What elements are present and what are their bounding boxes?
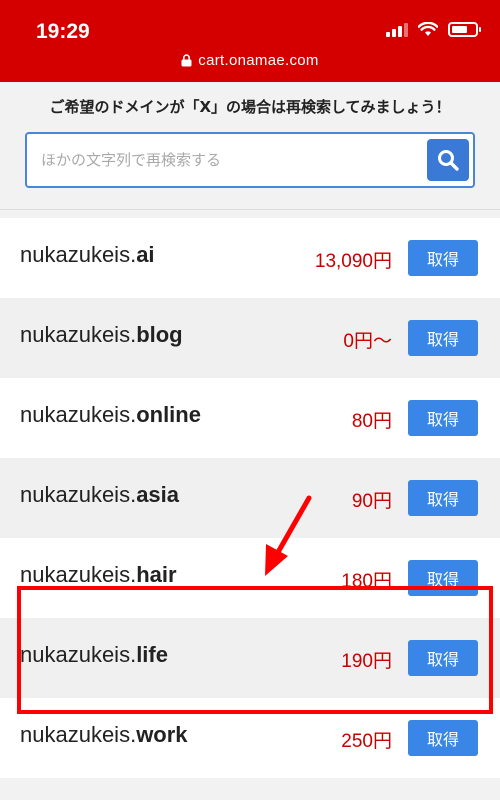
battery-icon xyxy=(448,22,481,37)
acquire-button[interactable]: 取得 xyxy=(408,400,478,436)
research-hint: ご希望のドメインが「X」の場合は再検索してみましょう！ xyxy=(49,98,451,116)
url-text: cart.onamae.com xyxy=(198,52,319,69)
domain-tld: blog xyxy=(136,322,183,347)
domain-tld: asia xyxy=(136,482,180,507)
highlight-annotation-box xyxy=(17,586,493,714)
search-icon xyxy=(438,150,459,171)
domain-name: nukazukeis.blog xyxy=(20,322,183,347)
domain-row: nukazukeis.blog 0円〜 取得 xyxy=(0,298,500,378)
status-time: 19:29 xyxy=(36,20,90,43)
domain-tld: ai xyxy=(136,242,155,267)
domain-row: nukazukeis.asia 90円 取得 xyxy=(0,458,500,538)
domain-price: 250円 xyxy=(341,731,392,752)
domain-name: nukazukeis.asia xyxy=(20,482,180,507)
browser-header: 19:29 cart.onamae.com xyxy=(0,0,500,82)
domain-name: nukazukeis.ai xyxy=(20,242,155,267)
acquire-button[interactable]: 取得 xyxy=(408,480,478,516)
domain-tld: hair xyxy=(136,562,177,587)
domain-price: 90円 xyxy=(351,491,392,512)
url-bar[interactable]: cart.onamae.com xyxy=(0,52,500,69)
domain-price: 13,090円 xyxy=(314,251,392,272)
wifi-icon xyxy=(418,22,438,36)
search-box xyxy=(25,132,475,188)
status-icons xyxy=(386,22,481,37)
signal-icon xyxy=(386,22,408,37)
search-input[interactable] xyxy=(41,134,421,186)
research-panel: ご希望のドメインが「X」の場合は再検索してみましょう！ xyxy=(0,82,500,210)
domain-tld: work xyxy=(136,722,188,747)
domain-tld: online xyxy=(136,402,201,427)
domain-name: nukazukeis.work xyxy=(20,722,188,747)
lock-icon xyxy=(181,54,192,67)
acquire-button[interactable]: 取得 xyxy=(408,240,478,276)
domain-name: nukazukeis.hair xyxy=(20,562,177,587)
acquire-button[interactable]: 取得 xyxy=(408,720,478,756)
domain-price: 0円〜 xyxy=(343,331,392,352)
domain-name: nukazukeis.online xyxy=(20,402,201,427)
annotation-arrow-icon xyxy=(265,495,312,576)
domain-row: nukazukeis.online 80円 取得 xyxy=(0,378,500,458)
acquire-button[interactable]: 取得 xyxy=(408,320,478,356)
search-button[interactable] xyxy=(427,139,469,181)
domain-price: 80円 xyxy=(351,411,392,432)
domain-row: nukazukeis.ai 13,090円 取得 xyxy=(0,218,500,298)
